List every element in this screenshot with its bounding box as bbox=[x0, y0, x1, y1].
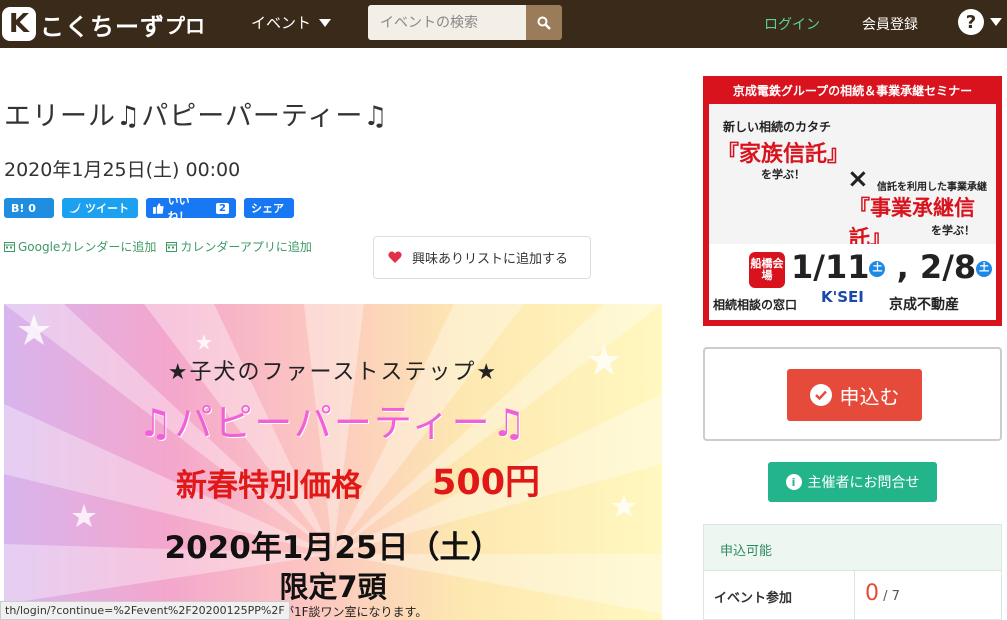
ad-bottom-panel: 船橋会場 1/11 土 , 2/8 土 相続相談の窓口 K'SEI 京成不動産 bbox=[709, 244, 996, 320]
logo-pro: プロ bbox=[165, 13, 205, 38]
search-icon bbox=[537, 16, 551, 30]
ad-comma: , bbox=[885, 248, 920, 286]
advertisement-banner[interactable]: 京成電鉄グループの相続＆事業承継セミナー 新しい相続のカタチ 『家族信託』 を学… bbox=[703, 76, 1002, 326]
keisei-logo: K'SEI bbox=[821, 288, 864, 306]
search-input[interactable] bbox=[368, 5, 526, 40]
site-header: K こくちーず プロ イベント ログイン 会員登録 ? bbox=[0, 0, 1007, 48]
calendar-icon bbox=[166, 242, 178, 252]
google-calendar-link[interactable]: Googleカレンダーに追加 bbox=[4, 238, 156, 255]
register-link[interactable]: 会員登録 bbox=[862, 14, 918, 34]
ad-cross: × bbox=[847, 164, 869, 194]
info-icon: i bbox=[785, 474, 802, 490]
tweet-label: ツイート bbox=[85, 202, 129, 215]
hatena-bookmark-button[interactable]: B! 0 bbox=[4, 198, 54, 218]
thumbs-up-icon bbox=[153, 202, 164, 214]
ad-text: 京成不動産 bbox=[889, 297, 959, 313]
logo-text: こくちーず bbox=[40, 12, 165, 41]
check-circle-icon bbox=[809, 384, 832, 406]
social-buttons: B! 0 ツイート いいね！ 2 シェア bbox=[4, 194, 294, 223]
site-logo[interactable]: K こくちーず プロ bbox=[2, 6, 205, 42]
ad-text: 新しい相続のカタチ bbox=[723, 120, 832, 134]
ad-date: 2/8 bbox=[919, 248, 977, 286]
apply-label: 申込む bbox=[839, 384, 900, 409]
registration-status-head: 申込可能 bbox=[704, 525, 1001, 571]
calendar-app-label: カレンダーアプリに追加 bbox=[180, 240, 312, 254]
help-icon: ? bbox=[958, 9, 984, 35]
apply-panel: 申込む bbox=[703, 347, 1002, 441]
capacity: / 7 bbox=[883, 589, 900, 604]
login-link[interactable]: ログイン bbox=[764, 14, 820, 34]
flyer-price: 500円 bbox=[432, 463, 541, 503]
logo-mark-icon: K bbox=[2, 7, 36, 41]
browser-status-url: th/login/?continue=%2Fevent%2F20200125PP… bbox=[0, 601, 290, 620]
ad-main-panel: 新しい相続のカタチ 『家族信託』 を学ぶ！ × 信託を利用した事業承継 『事業承… bbox=[709, 104, 996, 250]
add-to-favorites-label: 興味ありリストに追加する bbox=[412, 252, 569, 267]
ad-dates: 1/11 土 , 2/8 土 bbox=[791, 248, 993, 286]
registered-count: 0 bbox=[865, 581, 879, 606]
ad-date: 1/11 bbox=[791, 248, 870, 286]
facebook-share-button[interactable]: シェア bbox=[244, 198, 294, 218]
ad-text: 信託を利用した事業承継 bbox=[877, 182, 987, 193]
flyer-subtitle: ★子犬のファーストステップ★ bbox=[167, 360, 499, 385]
event-date: 2020年1月25日(土) 00:00 bbox=[4, 159, 241, 181]
ad-text: 『家族信託』 bbox=[717, 142, 850, 167]
apply-button[interactable]: 申込む bbox=[787, 369, 922, 421]
nav-event-menu[interactable]: イベント bbox=[251, 12, 332, 33]
ad-text: 相続相談の窓口 bbox=[713, 298, 798, 312]
like-count: 2 bbox=[216, 202, 229, 214]
registration-status-table: 申込可能 イベント参加 0 / 7 bbox=[703, 524, 1002, 620]
ticket-type-label: イベント参加 bbox=[704, 571, 855, 619]
chevron-down-icon bbox=[990, 18, 1002, 26]
like-label: いいね！ bbox=[167, 194, 190, 223]
calendar-icon bbox=[4, 242, 15, 252]
event-title: エリール♫パピーパーティー♫ bbox=[4, 101, 389, 132]
search-button[interactable] bbox=[526, 5, 562, 40]
google-calendar-label: Googleカレンダーに追加 bbox=[18, 240, 157, 254]
hatena-label: B! 0 bbox=[11, 201, 36, 215]
calendar-app-link[interactable]: カレンダーアプリに追加 bbox=[166, 238, 312, 255]
contact-organizer-button[interactable]: i 主催者にお問合せ bbox=[768, 462, 937, 502]
table-row: イベント参加 0 / 7 bbox=[704, 571, 1001, 619]
flyer-limit: 限定7頭 bbox=[279, 570, 387, 604]
nav-event-label: イベント bbox=[251, 14, 312, 32]
tweet-button[interactable]: ツイート bbox=[62, 198, 138, 218]
twitter-bird-icon bbox=[69, 203, 81, 213]
share-label: シェア bbox=[251, 202, 284, 215]
heart-icon bbox=[388, 251, 402, 263]
flyer-title: ♫パピーパーティー♫ bbox=[138, 401, 528, 445]
add-to-favorites-button[interactable]: 興味ありリストに追加する bbox=[373, 236, 591, 279]
ad-text: を学ぶ！ bbox=[931, 224, 975, 237]
ad-saturday-badge: 土 bbox=[869, 261, 886, 277]
flyer-date: 2020年1月25日（土） bbox=[164, 530, 502, 566]
ad-text: を学ぶ！ bbox=[761, 168, 805, 181]
ad-saturday-badge: 土 bbox=[976, 261, 993, 277]
flyer-price-label: 新春特別価格 bbox=[176, 468, 362, 504]
chevron-down-icon bbox=[319, 18, 332, 27]
ad-venue-badge: 船橋会場 bbox=[749, 252, 785, 288]
help-menu[interactable]: ? bbox=[958, 9, 1002, 35]
facebook-like-button[interactable]: いいね！ 2 bbox=[146, 194, 236, 223]
calendar-links: Googleカレンダーに追加 カレンダーアプリに追加 bbox=[4, 238, 312, 255]
contact-label: 主催者にお問合せ bbox=[807, 475, 920, 491]
ticket-count: 0 / 7 bbox=[855, 571, 910, 619]
event-flyer-image: ★子犬のファーストステップ★ ♫パピーパーティー♫ 新春特別価格 500円 20… bbox=[4, 304, 662, 620]
ad-headline: 京成電鉄グループの相続＆事業承継セミナー bbox=[732, 84, 973, 98]
